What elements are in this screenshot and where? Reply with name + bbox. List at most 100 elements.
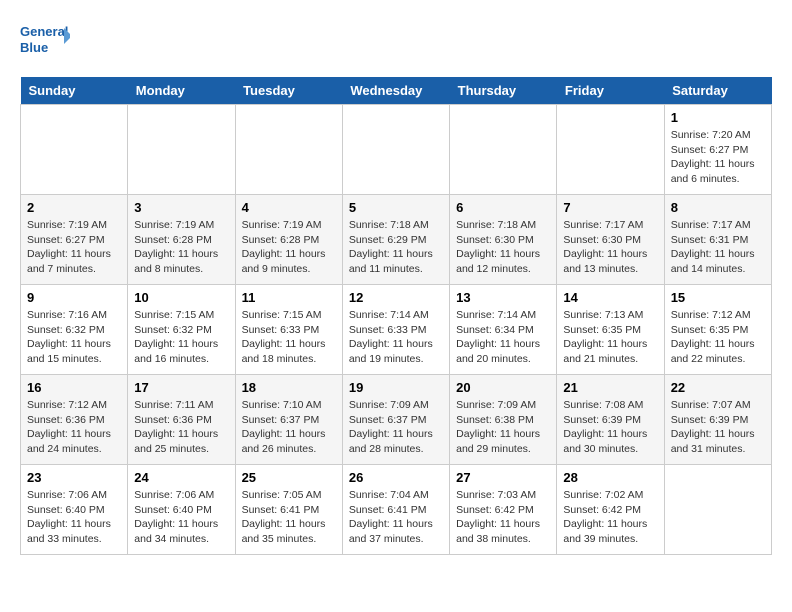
calendar-cell: 26 Sunrise: 7:04 AM Sunset: 6:41 PM Dayli… (342, 465, 449, 555)
day-info: Sunrise: 7:20 AM Sunset: 6:27 PM Dayligh… (671, 128, 765, 187)
week-row-3: 9 Sunrise: 7:16 AM Sunset: 6:32 PM Daylig… (21, 285, 772, 375)
day-info: Sunrise: 7:19 AM Sunset: 6:28 PM Dayligh… (134, 218, 228, 277)
calendar-cell: 11Sunrise: 7:15 AM Sunset: 6:33 PM Dayli… (235, 285, 342, 375)
calendar-cell: 4Sunrise: 7:19 AM Sunset: 6:28 PM Daylig… (235, 195, 342, 285)
day-info: Sunrise: 7:06 AM Sunset: 6:40 PM Dayligh… (27, 488, 121, 547)
weekday-header-row: SundayMondayTuesdayWednesdayThursdayFrid… (21, 77, 772, 105)
day-number: 26 (349, 470, 443, 485)
day-number: 3 (134, 200, 228, 215)
day-info: Sunrise: 7:03 AM Sunset: 6:42 PM Dayligh… (456, 488, 550, 547)
day-info: Sunrise: 7:15 AM Sunset: 6:32 PM Dayligh… (134, 308, 228, 367)
day-number: 7 (563, 200, 657, 215)
day-info: Sunrise: 7:08 AM Sunset: 6:39 PM Dayligh… (563, 398, 657, 457)
day-number: 24 (134, 470, 228, 485)
header: General Blue (20, 20, 772, 67)
calendar-cell (235, 105, 342, 195)
day-info: Sunrise: 7:13 AM Sunset: 6:35 PM Dayligh… (563, 308, 657, 367)
day-info: Sunrise: 7:06 AM Sunset: 6:40 PM Dayligh… (134, 488, 228, 547)
calendar-cell: 20 Sunrise: 7:09 AM Sunset: 6:38 PM Dayli… (450, 375, 557, 465)
day-number: 6 (456, 200, 550, 215)
logo-container: General Blue (20, 20, 76, 67)
week-row-2: 2Sunrise: 7:19 AM Sunset: 6:27 PM Daylig… (21, 195, 772, 285)
day-number: 22 (671, 380, 765, 395)
logo: General Blue (20, 20, 76, 67)
calendar-cell (557, 105, 664, 195)
day-number: 10 (134, 290, 228, 305)
calendar-cell (21, 105, 128, 195)
day-number: 2 (27, 200, 121, 215)
day-info: Sunrise: 7:18 AM Sunset: 6:30 PM Dayligh… (456, 218, 550, 277)
day-number: 11 (242, 290, 336, 305)
day-number: 20 (456, 380, 550, 395)
week-row-1: 1 Sunrise: 7:20 AM Sunset: 6:27 PM Daylig… (21, 105, 772, 195)
calendar-cell: 5Sunrise: 7:18 AM Sunset: 6:29 PM Daylig… (342, 195, 449, 285)
day-info: Sunrise: 7:05 AM Sunset: 6:41 PM Dayligh… (242, 488, 336, 547)
weekday-header-saturday: Saturday (664, 77, 771, 105)
day-info: Sunrise: 7:18 AM Sunset: 6:29 PM Dayligh… (349, 218, 443, 277)
calendar-cell: 8 Sunrise: 7:17 AM Sunset: 6:31 PM Daylig… (664, 195, 771, 285)
calendar-cell: 6 Sunrise: 7:18 AM Sunset: 6:30 PM Daylig… (450, 195, 557, 285)
day-info: Sunrise: 7:14 AM Sunset: 6:34 PM Dayligh… (456, 308, 550, 367)
day-number: 21 (563, 380, 657, 395)
calendar-cell: 25 Sunrise: 7:05 AM Sunset: 6:41 PM Dayli… (235, 465, 342, 555)
calendar-cell (450, 105, 557, 195)
day-number: 8 (671, 200, 765, 215)
calendar-cell: 19 Sunrise: 7:09 AM Sunset: 6:37 PM Dayli… (342, 375, 449, 465)
day-info: Sunrise: 7:12 AM Sunset: 6:35 PM Dayligh… (671, 308, 765, 367)
calendar-cell: 22 Sunrise: 7:07 AM Sunset: 6:39 PM Dayli… (664, 375, 771, 465)
weekday-header-wednesday: Wednesday (342, 77, 449, 105)
day-info: Sunrise: 7:09 AM Sunset: 6:37 PM Dayligh… (349, 398, 443, 457)
logo-svg: General Blue (20, 20, 70, 62)
day-info: Sunrise: 7:16 AM Sunset: 6:32 PM Dayligh… (27, 308, 121, 367)
day-info: Sunrise: 7:10 AM Sunset: 6:37 PM Dayligh… (242, 398, 336, 457)
day-info: Sunrise: 7:12 AM Sunset: 6:36 PM Dayligh… (27, 398, 121, 457)
day-info: Sunrise: 7:04 AM Sunset: 6:41 PM Dayligh… (349, 488, 443, 547)
calendar-cell: 3 Sunrise: 7:19 AM Sunset: 6:28 PM Daylig… (128, 195, 235, 285)
calendar-cell: 28 Sunrise: 7:02 AM Sunset: 6:42 PM Dayli… (557, 465, 664, 555)
calendar-cell: 1 Sunrise: 7:20 AM Sunset: 6:27 PM Daylig… (664, 105, 771, 195)
calendar-cell: 15 Sunrise: 7:12 AM Sunset: 6:35 PM Dayli… (664, 285, 771, 375)
day-info: Sunrise: 7:14 AM Sunset: 6:33 PM Dayligh… (349, 308, 443, 367)
day-number: 28 (563, 470, 657, 485)
day-number: 1 (671, 110, 765, 125)
day-number: 4 (242, 200, 336, 215)
calendar-cell: 14 Sunrise: 7:13 AM Sunset: 6:35 PM Dayli… (557, 285, 664, 375)
svg-text:Blue: Blue (20, 40, 48, 55)
weekday-header-monday: Monday (128, 77, 235, 105)
day-info: Sunrise: 7:02 AM Sunset: 6:42 PM Dayligh… (563, 488, 657, 547)
day-info: Sunrise: 7:17 AM Sunset: 6:30 PM Dayligh… (563, 218, 657, 277)
logo-graphic: General Blue (20, 20, 70, 67)
day-number: 23 (27, 470, 121, 485)
calendar-cell: 2Sunrise: 7:19 AM Sunset: 6:27 PM Daylig… (21, 195, 128, 285)
day-number: 16 (27, 380, 121, 395)
calendar-cell: 9 Sunrise: 7:16 AM Sunset: 6:32 PM Daylig… (21, 285, 128, 375)
week-row-5: 23 Sunrise: 7:06 AM Sunset: 6:40 PM Dayli… (21, 465, 772, 555)
day-number: 14 (563, 290, 657, 305)
day-number: 25 (242, 470, 336, 485)
day-number: 15 (671, 290, 765, 305)
calendar-cell: 21 Sunrise: 7:08 AM Sunset: 6:39 PM Dayli… (557, 375, 664, 465)
calendar-cell (128, 105, 235, 195)
day-info: Sunrise: 7:17 AM Sunset: 6:31 PM Dayligh… (671, 218, 765, 277)
calendar-cell: 12 Sunrise: 7:14 AM Sunset: 6:33 PM Dayli… (342, 285, 449, 375)
day-number: 17 (134, 380, 228, 395)
day-number: 19 (349, 380, 443, 395)
calendar-cell: 16 Sunrise: 7:12 AM Sunset: 6:36 PM Dayli… (21, 375, 128, 465)
weekday-header-tuesday: Tuesday (235, 77, 342, 105)
calendar-cell: 23 Sunrise: 7:06 AM Sunset: 6:40 PM Dayli… (21, 465, 128, 555)
calendar-cell: 10 Sunrise: 7:15 AM Sunset: 6:32 PM Dayli… (128, 285, 235, 375)
day-number: 27 (456, 470, 550, 485)
calendar-cell: 13Sunrise: 7:14 AM Sunset: 6:34 PM Dayli… (450, 285, 557, 375)
weekday-header-friday: Friday (557, 77, 664, 105)
day-info: Sunrise: 7:07 AM Sunset: 6:39 PM Dayligh… (671, 398, 765, 457)
calendar-cell: 7 Sunrise: 7:17 AM Sunset: 6:30 PM Daylig… (557, 195, 664, 285)
day-info: Sunrise: 7:09 AM Sunset: 6:38 PM Dayligh… (456, 398, 550, 457)
calendar-cell (342, 105, 449, 195)
calendar-cell (664, 465, 771, 555)
day-info: Sunrise: 7:11 AM Sunset: 6:36 PM Dayligh… (134, 398, 228, 457)
day-number: 12 (349, 290, 443, 305)
day-number: 9 (27, 290, 121, 305)
calendar-cell: 18Sunrise: 7:10 AM Sunset: 6:37 PM Dayli… (235, 375, 342, 465)
svg-text:General: General (20, 24, 68, 39)
week-row-4: 16 Sunrise: 7:12 AM Sunset: 6:36 PM Dayli… (21, 375, 772, 465)
